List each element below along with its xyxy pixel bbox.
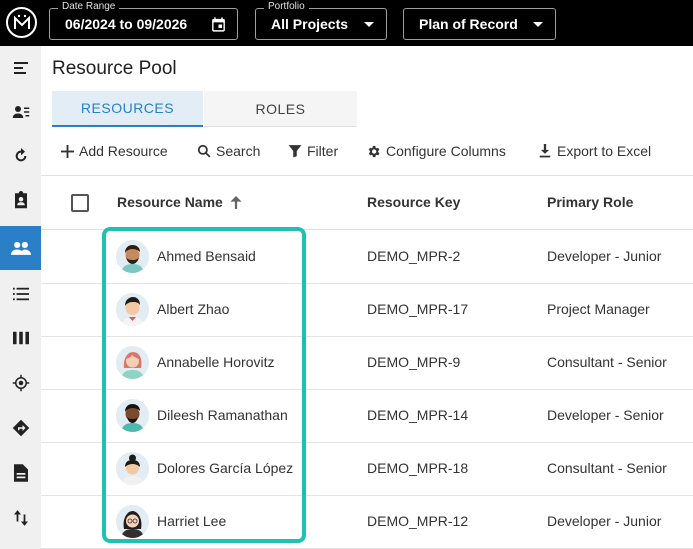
logo-icon [13,14,30,29]
sort-arrows-icon [13,510,28,526]
avatar [116,293,149,326]
sidebar-item-person-list[interactable] [0,90,41,134]
chevron-down-icon [533,22,543,27]
table-row[interactable]: Dolores García López DEMO_MPR-18 Consult… [41,443,693,496]
directions-icon [12,419,29,437]
primary-role: Developer - Junior [547,513,662,529]
resource-key: DEMO_MPR-2 [367,248,461,264]
download-icon [539,144,551,158]
resource-name[interactable]: Ahmed Bensaid [157,248,256,264]
plan-select[interactable]: Plan of Record [403,8,556,40]
add-resource-label: Add Resource [79,143,168,159]
sidebar-item-resources[interactable] [0,226,41,270]
configure-columns-button[interactable]: Configure Columns [366,141,506,161]
sidebar-item-sort[interactable] [0,496,41,540]
primary-role: Consultant - Senior [547,460,667,476]
resource-key: DEMO_MPR-12 [367,513,469,529]
date-range-value: 06/2024 to 09/2026 [65,16,188,32]
filter-icon [288,145,302,158]
resource-key: DEMO_MPR-17 [367,301,469,317]
app-logo[interactable] [6,7,37,38]
add-resource-button[interactable]: Add Resource [61,141,168,161]
person-list-icon [12,106,29,118]
chevron-down-icon [364,22,374,27]
page-title: Resource Pool [52,58,177,79]
resource-key: DEMO_MPR-14 [367,407,469,423]
columns-icon [12,331,29,345]
filter-label: Filter [307,143,339,159]
tab-resources[interactable]: RESOURCES [52,91,203,127]
resource-name[interactable]: Albert Zhao [157,301,229,317]
date-range-label: Date Range [58,1,120,13]
table-row[interactable]: Albert Zhao DEMO_MPR-17 Project Manager [41,284,693,337]
primary-role: Consultant - Senior [547,354,667,370]
clipboard-user-icon [14,191,27,209]
resource-name[interactable]: Harriet Lee [157,513,226,529]
avatar [116,452,149,485]
resource-key: DEMO_MPR-9 [367,354,461,370]
plan-value: Plan of Record [419,16,518,32]
table-row[interactable]: Harriet Lee DEMO_MPR-12 Developer - Juni… [41,496,693,549]
export-excel-button[interactable]: Export to Excel [538,141,651,161]
filter-button[interactable]: Filter [288,141,338,161]
table-row[interactable]: Ahmed Bensaid DEMO_MPR-2 Developer - Jun… [41,231,693,284]
people-icon [10,241,31,255]
plus-icon [61,144,74,158]
sort-ascending-icon [230,195,242,209]
column-header-resource-key[interactable]: Resource Key [367,194,460,210]
table-row[interactable]: Dileesh Ramanathan DEMO_MPR-14 Developer… [41,390,693,443]
export-excel-label: Export to Excel [557,143,652,159]
sidebar-item-target[interactable] [0,361,41,405]
target-icon [12,374,29,392]
avatar [116,399,149,432]
portfolio-select[interactable]: Portfolio All Projects [255,1,387,40]
document-icon [13,464,28,482]
primary-role: Project Manager [547,301,650,317]
select-all-checkbox[interactable] [71,194,89,212]
search-button[interactable]: Search [197,141,260,161]
sidebar-item-collapse[interactable] [0,46,41,90]
resource-name[interactable]: Dolores García López [157,460,293,476]
resource-name[interactable]: Annabelle Horovitz [157,354,275,370]
resource-name[interactable]: Dileesh Ramanathan [157,407,288,423]
configure-columns-label: Configure Columns [386,143,506,159]
list-icon [12,287,29,301]
left-sidebar [0,46,41,549]
sidebar-item-board[interactable] [0,316,41,360]
search-label: Search [216,143,261,159]
sidebar-item-assignments[interactable] [0,178,41,222]
table-row[interactable]: Annabelle Horovitz DEMO_MPR-9 Consultant… [41,337,693,390]
collapse-menu-icon [13,62,28,74]
portfolio-label: Portfolio [264,1,309,13]
tab-roles[interactable]: ROLES [204,91,357,127]
primary-role: Developer - Senior [547,407,664,423]
sidebar-item-list[interactable] [0,272,41,316]
sidebar-item-documents[interactable] [0,451,41,495]
date-range-field[interactable]: Date Range 06/2024 to 09/2026 [49,1,238,40]
top-bar: Date Range 06/2024 to 09/2026 Portfolio … [0,0,693,46]
column-header-resource-name[interactable]: Resource Name [117,194,242,210]
resource-key: DEMO_MPR-18 [367,460,469,476]
sidebar-item-directions[interactable] [0,406,41,450]
portfolio-value: All Projects [271,16,349,32]
avatar [116,505,149,538]
table-header: Resource Name Resource Key Primary Role [41,175,693,230]
calendar-icon[interactable] [210,16,227,38]
refresh-icon [15,148,26,162]
avatar [116,346,149,379]
avatar [116,240,149,273]
column-header-label: Resource Name [117,194,223,210]
gear-icon [368,145,380,157]
search-icon [197,144,211,158]
primary-role: Developer - Junior [547,248,662,264]
column-header-primary-role[interactable]: Primary Role [547,194,633,210]
sidebar-item-refresh[interactable] [0,134,41,178]
